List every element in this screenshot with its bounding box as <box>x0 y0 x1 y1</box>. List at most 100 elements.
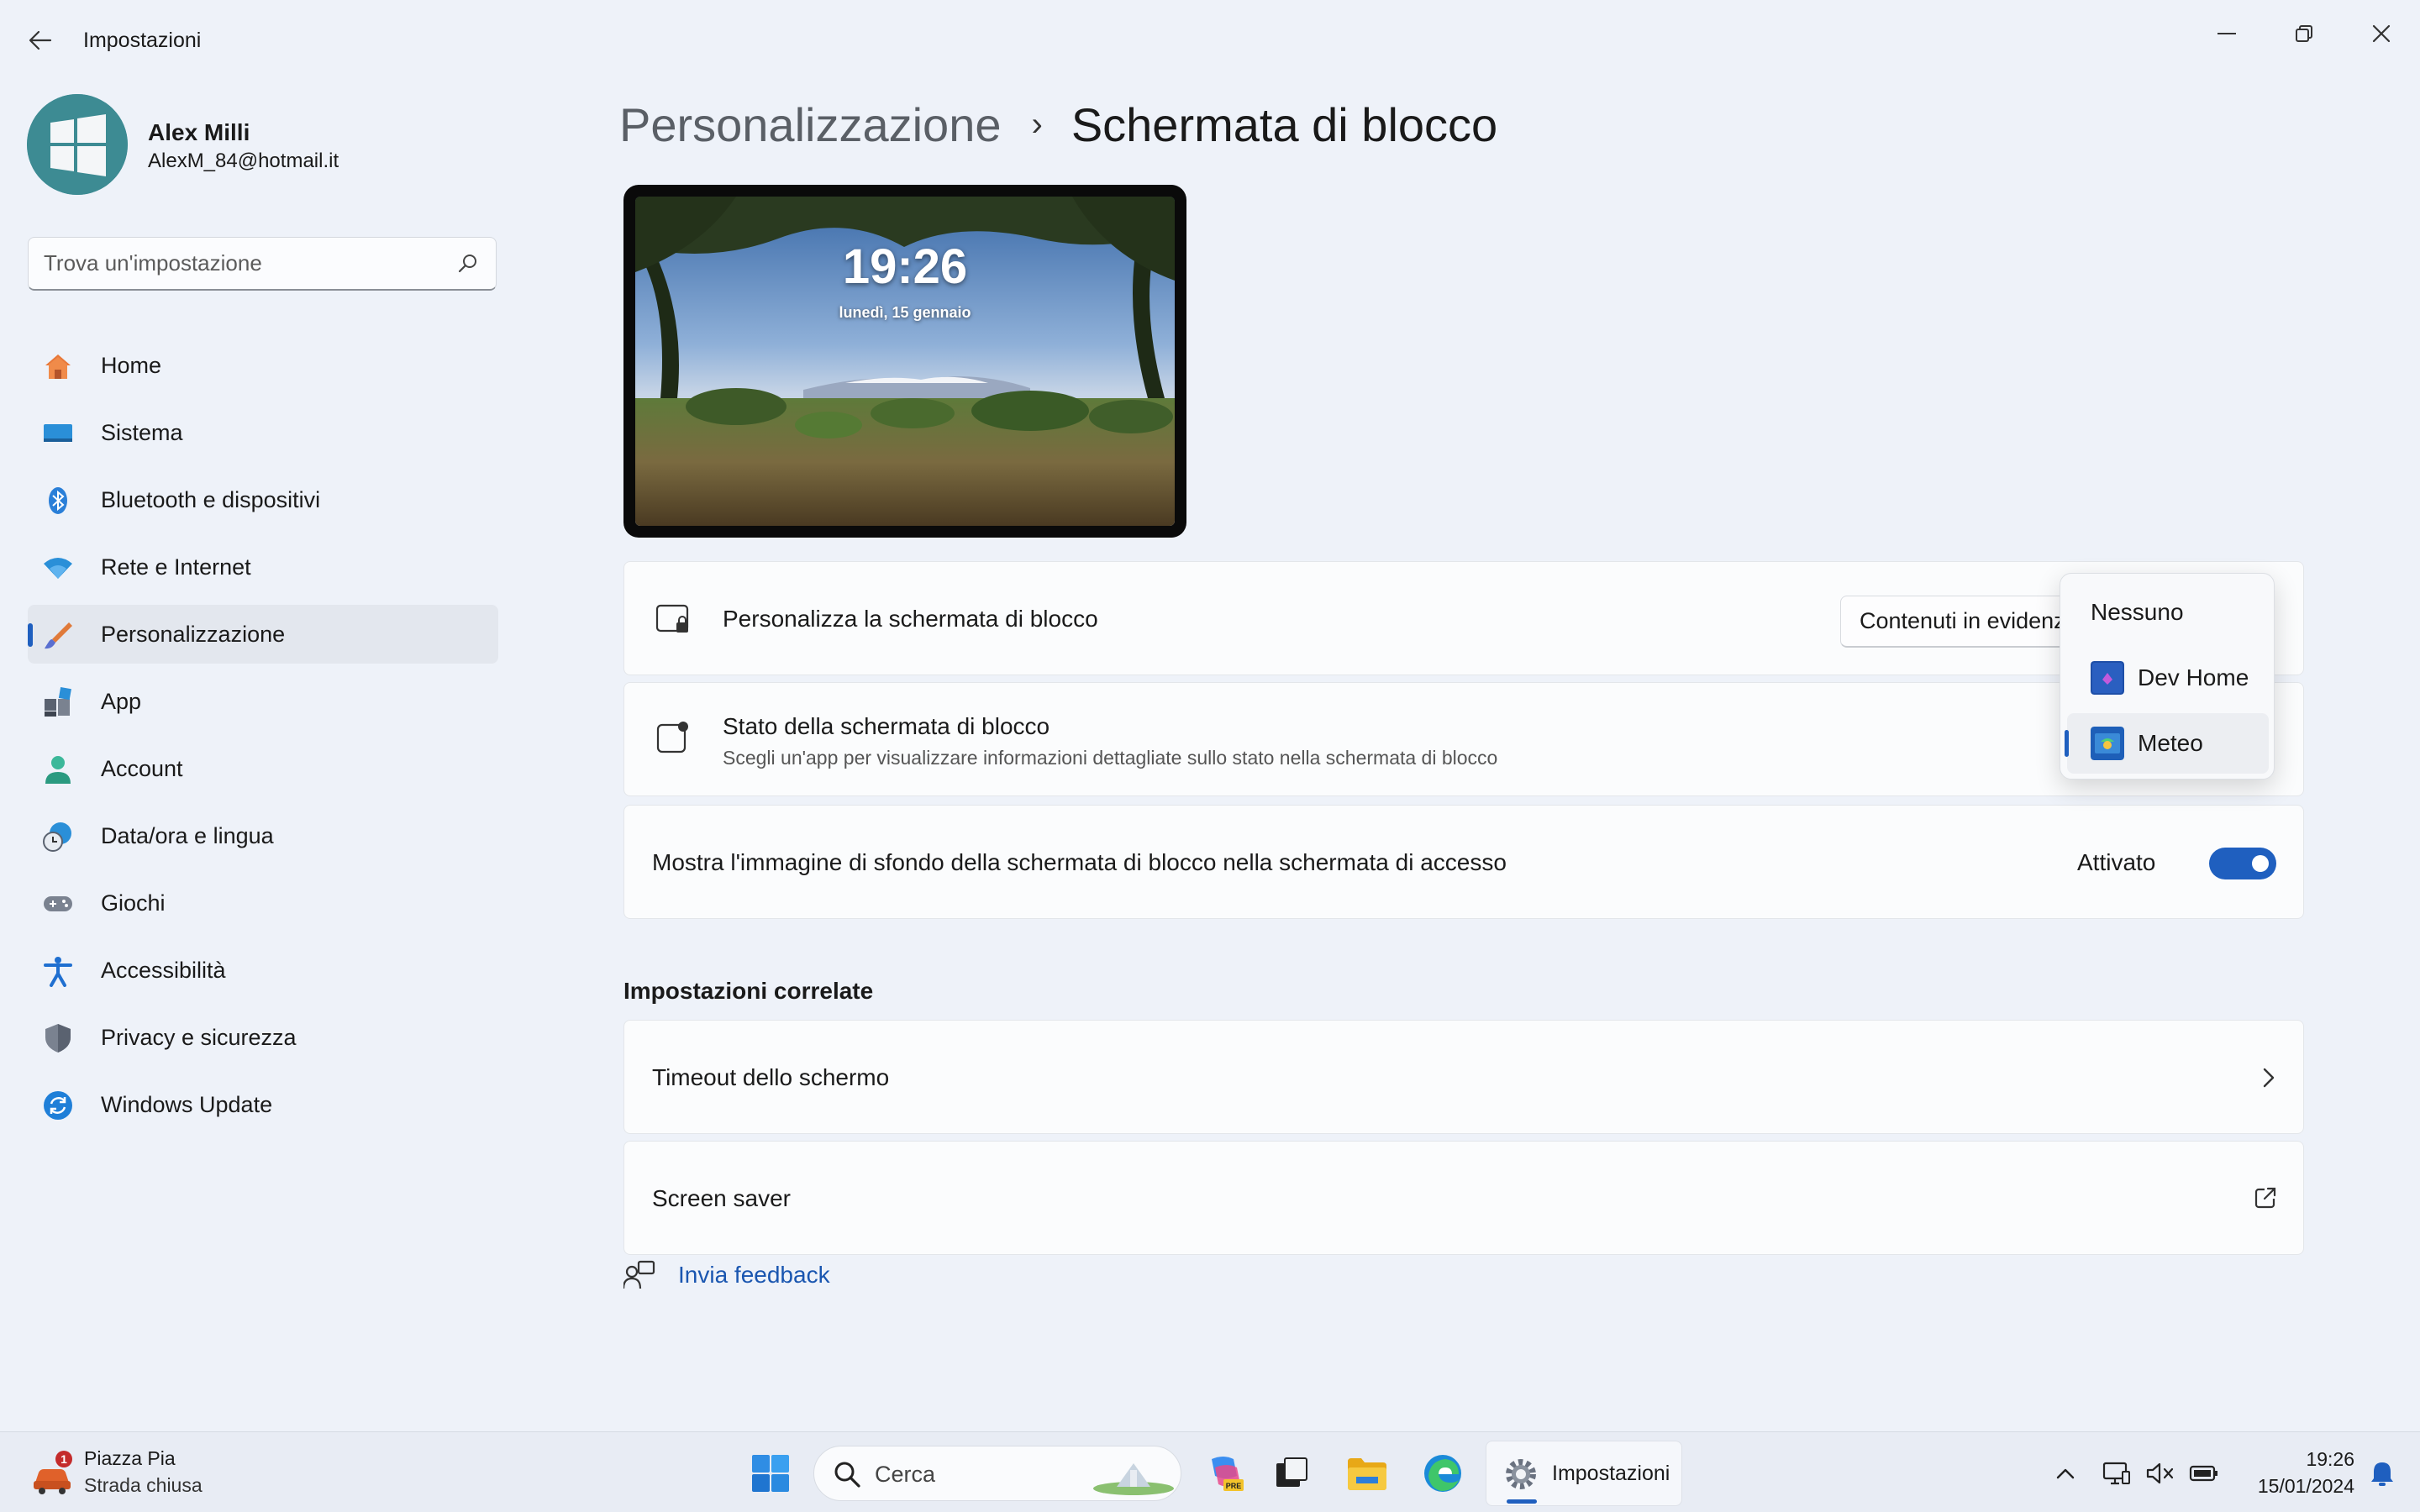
taskbar-weather-widget[interactable]: 1 Piazza Pia Strada chiusa <box>30 1444 249 1503</box>
sidebar-item-windows-update[interactable]: Windows Update <box>28 1075 498 1134</box>
notifications-button[interactable] <box>2358 1444 2407 1503</box>
lock-screen-image: 19:26 lunedì, 15 gennaio <box>635 197 1175 526</box>
sidebar-item-label: Rete e Internet <box>101 554 251 580</box>
preview-date: lunedì, 15 gennaio <box>839 304 971 321</box>
restore-button[interactable] <box>2265 8 2343 59</box>
sidebar-item-label: Privacy e sicurezza <box>101 1024 297 1050</box>
search-highlight-icon <box>1093 1463 1174 1495</box>
sidebar-item-label: Windows Update <box>101 1091 273 1117</box>
avatar <box>27 94 128 195</box>
clock-globe-icon <box>43 822 71 852</box>
sidebar-item-personalizzazione[interactable]: Personalizzazione <box>28 605 498 664</box>
sidebar-item-home[interactable]: Home <box>28 336 498 395</box>
edge-browser-icon <box>1424 1455 1461 1492</box>
dropdown-option-label: Meteo <box>2138 730 2203 756</box>
settings-gear-icon <box>1506 1459 1536 1489</box>
brush-icon <box>45 622 72 649</box>
wifi-icon <box>44 558 72 579</box>
app-title: Impostazioni <box>83 29 202 52</box>
copilot-icon: PRE <box>1212 1457 1244 1491</box>
settings-search <box>28 237 497 291</box>
clock-time: 19:26 <box>2306 1448 2354 1470</box>
active-indicator <box>1507 1499 1537 1504</box>
related-item-label: Screen saver <box>652 1185 791 1211</box>
sidebar-item-accessibilita[interactable]: Accessibilità <box>28 941 498 1000</box>
feedback-icon <box>623 1260 655 1289</box>
lock-screen-status-card: Stato della schermata di blocco Scegli u… <box>623 682 2304 796</box>
back-button[interactable] <box>24 24 57 57</box>
task-view-button[interactable] <box>1262 1444 1321 1503</box>
volume-muted-icon <box>2146 1462 2174 1484</box>
sidebar-item-label: Account <box>101 755 183 781</box>
user-profile[interactable]: Alex Milli AlexM_84@hotmail.it <box>27 94 497 197</box>
weather-line1: Piazza Pia <box>84 1447 176 1469</box>
search-input[interactable] <box>44 238 447 288</box>
taskbar: 1 Piazza Pia Strada chiusa Cerca PRE Imp… <box>0 1431 2420 1512</box>
lock-screen-icon <box>655 604 689 633</box>
dropdown-option-meteo[interactable]: Meteo <box>2065 713 2269 774</box>
edge-button[interactable] <box>1413 1444 1472 1503</box>
background-title: Mostra l'immagine di sfondo della scherm… <box>652 849 1507 875</box>
personalize-lock-screen-card: Personalizza la schermata di blocco Cont… <box>623 561 2304 675</box>
taskbar-search[interactable]: Cerca <box>813 1446 1181 1501</box>
taskbar-settings-app[interactable]: Impostazioni <box>1486 1441 1682 1506</box>
system-icon <box>44 424 72 442</box>
network-icon <box>2102 1462 2130 1485</box>
send-feedback-link[interactable]: Invia feedback <box>678 1262 830 1289</box>
search-icon[interactable] <box>457 253 479 275</box>
sidebar-item-app[interactable]: App <box>28 672 498 731</box>
related-item-timeout[interactable]: Timeout dello schermo <box>623 1020 2304 1134</box>
dropdown-option-nessuno[interactable]: Nessuno <box>2067 582 2269 643</box>
network-tray-button[interactable] <box>2092 1444 2141 1503</box>
sidebar-item-privacy[interactable]: Privacy e sicurezza <box>28 1008 498 1067</box>
battery-tray-button[interactable] <box>2180 1444 2228 1503</box>
weather-app-icon <box>2091 727 2124 760</box>
start-button[interactable] <box>741 1444 800 1503</box>
sidebar-item-data-ora[interactable]: Data/ora e lingua <box>28 806 498 865</box>
breadcrumb-parent[interactable]: Personalizzazione <box>619 97 1001 152</box>
related-item-screen-saver[interactable]: Screen saver <box>623 1141 2304 1255</box>
update-icon <box>44 1091 72 1120</box>
taskbar-search-label: Cerca <box>875 1462 936 1487</box>
status-app-dropdown: Nessuno Dev Home Meteo <box>2060 573 2275 780</box>
weather-badge: 1 <box>60 1452 67 1466</box>
lock-screen-preview: 19:26 lunedì, 15 gennaio <box>623 185 1186 538</box>
dropdown-option-dev-home[interactable]: Dev Home <box>2067 648 2269 708</box>
show-hidden-icons-button[interactable] <box>2039 1444 2092 1503</box>
bluetooth-icon <box>49 487 67 514</box>
breadcrumb: Personalizzazione › Schermata di blocco <box>619 91 1497 158</box>
chevron-up-icon <box>2056 1468 2075 1479</box>
dropdown-option-label: Nessuno <box>2091 599 2184 625</box>
sidebar-item-label: Sistema <box>101 419 183 445</box>
apps-icon <box>45 687 71 717</box>
file-explorer-button[interactable] <box>1338 1444 1397 1503</box>
weather-line2: Strada chiusa <box>84 1474 203 1496</box>
folder-icon <box>1348 1458 1386 1490</box>
personalize-dropdown[interactable]: Contenuti in evidenza <box>1840 596 2092 648</box>
back-arrow-icon <box>29 30 52 50</box>
dropdown-option-label: Dev Home <box>2138 664 2249 690</box>
sidebar-item-label: App <box>101 688 142 714</box>
external-link-icon <box>2254 1187 2276 1209</box>
taskbar-clock[interactable]: 19:26 15/01/2024 <box>2228 1446 2354 1499</box>
shield-icon <box>45 1024 71 1053</box>
sidebar-item-rete[interactable]: Rete e Internet <box>28 538 498 596</box>
sidebar-item-bluetooth[interactable]: Bluetooth e dispositivi <box>28 470 498 529</box>
sidebar-item-giochi[interactable]: Giochi <box>28 874 498 932</box>
traffic-alert-icon: 1 <box>34 1451 72 1494</box>
gamepad-icon <box>44 896 72 911</box>
minimize-button[interactable] <box>2188 8 2265 59</box>
personalize-title: Personalizza la schermata di blocco <box>723 606 1098 632</box>
background-toggle[interactable] <box>2209 848 2276 879</box>
volume-tray-button[interactable] <box>2136 1444 2185 1503</box>
sidebar-item-sistema[interactable]: Sistema <box>28 403 498 462</box>
sidebar-item-label: Giochi <box>101 890 166 916</box>
accessibility-icon <box>44 957 72 987</box>
close-button[interactable] <box>2343 8 2420 59</box>
status-title: Stato della schermata di blocco <box>723 713 1050 739</box>
profile-name: Alex Milli <box>148 119 250 145</box>
sidebar-item-account[interactable]: Account <box>28 739 498 798</box>
sidebar-item-label: Home <box>101 352 162 378</box>
chevron-right-icon <box>2263 1068 2275 1088</box>
copilot-button[interactable]: PRE <box>1195 1444 1254 1503</box>
